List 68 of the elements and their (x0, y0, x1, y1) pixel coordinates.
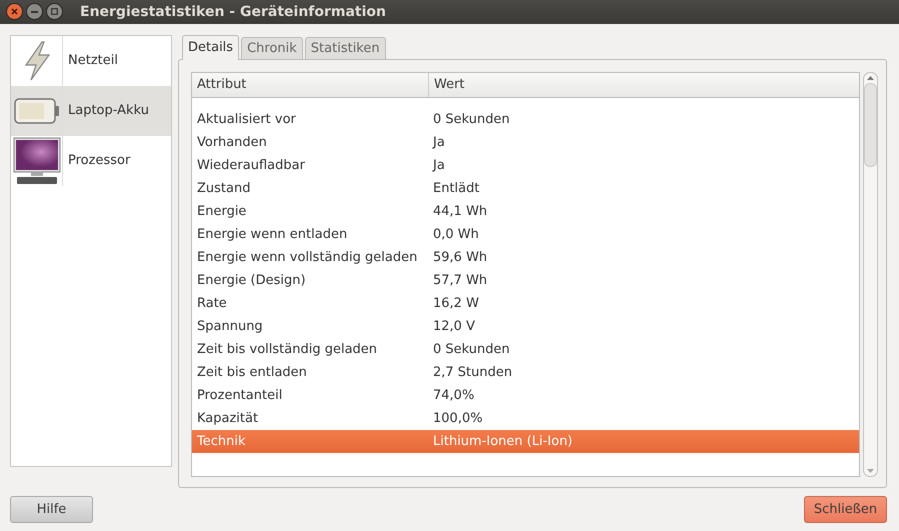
battery-icon (14, 98, 60, 124)
value-cell-text: 44,1 Wh (432, 204, 488, 219)
column-header[interactable]: Attribut (192, 72, 429, 97)
column-header[interactable]: Wert (429, 72, 859, 97)
table-row[interactable]: Zeit bis vollständig geladen 0 Sekunden (192, 338, 859, 361)
attribute-cell-text: Wiederaufladbar (196, 158, 306, 173)
table-row[interactable]: Aktualisiert vor 0 Sekunden (192, 108, 859, 131)
value-cell-text: 59,6 Wh (432, 250, 488, 265)
tab[interactable]: Statistiken (304, 36, 386, 59)
table-row[interactable]: Zeit bis entladen 2,7 Stunden (192, 360, 859, 384)
value-cell-text: Lithium-Ionen (Li-Ion) (432, 434, 574, 449)
maximize-button[interactable] (46, 3, 63, 20)
attribute-cell-text: Technik (196, 434, 246, 449)
table-row[interactable]: Kapazität 100,0% (192, 406, 859, 430)
scrollbar[interactable] (863, 72, 878, 477)
value-cell-text: 74,0% (432, 388, 476, 403)
device-label: Prozessor (68, 153, 130, 168)
maximize-icon (51, 8, 58, 16)
scrollbar-thumb[interactable] (864, 82, 877, 167)
attribute-cell-text: Prozentanteil (196, 388, 284, 403)
table-row[interactable]: Rate 16,2 W (192, 292, 859, 315)
value-cell-text: 0 Sekunden (432, 342, 511, 357)
table-row[interactable]: Wiederaufladbar Ja (192, 154, 859, 177)
attribute-cell-text: Zeit bis entladen (196, 364, 308, 380)
value-cell-text: 16,2 W (432, 296, 480, 311)
scroll-down-icon (867, 468, 874, 473)
close-icon (11, 8, 18, 16)
attribute-cell-text: Spannung (196, 318, 264, 334)
value-cell-text: 100,0% (432, 410, 484, 426)
scroll-up-icon (867, 76, 874, 80)
table-row[interactable]: Zustand Entlädt (192, 176, 859, 200)
value-cell-text: 57,7 Wh (432, 272, 488, 288)
attribute-cell-text: Vorhanden (196, 134, 268, 150)
value-cell-text: 12,0 V (432, 318, 476, 334)
table-row[interactable]: Energie wenn vollständig geladen 59,6 Wh (192, 246, 859, 269)
value-cell-text: 0 Sekunden (432, 112, 511, 127)
value-cell-text: Ja (431, 134, 446, 150)
attribute-cell-text: Rate (196, 296, 228, 311)
attribute-cell-text: Energie (196, 204, 248, 219)
value-cell-text: Ja (431, 158, 446, 173)
tab[interactable]: Details (182, 34, 240, 60)
device-label: Netzteil (68, 53, 118, 68)
attribute-cell-text: Zeit bis vollständig geladen (196, 342, 378, 357)
help-button[interactable]: Hilfe (10, 496, 93, 523)
attribute-cell-text: Energie (Design) (196, 272, 307, 288)
table-row[interactable]: Vorhanden Ja (192, 130, 859, 154)
minimize-icon (31, 10, 38, 13)
attribute-cell-text: Aktualisiert vor (196, 112, 297, 127)
attribute-cell-text: Energie wenn vollständig geladen (196, 250, 418, 265)
value-cell-text: 0,0 Wh (432, 226, 480, 242)
minimize-button[interactable] (26, 3, 43, 20)
window-title: Energiestatistiken - Geräteinformation (80, 4, 386, 20)
computer-icon (12, 136, 60, 185)
device-label: Laptop-Akku (68, 103, 149, 118)
attribute-cell-text: Zustand (196, 180, 252, 196)
table-row[interactable]: Energie (Design) 57,7 Wh (192, 268, 859, 292)
value-cell-text: Entlädt (432, 180, 480, 196)
close-button[interactable]: Schließen (804, 496, 887, 523)
attribute-cell-text: Kapazität (196, 410, 260, 426)
device-item[interactable]: Laptop-Akku (11, 86, 171, 136)
table-row[interactable]: Energie wenn entladen 0,0 Wh (192, 222, 859, 246)
table-row[interactable]: Prozentanteil 74,0% (192, 384, 859, 407)
value-cell-text: 2,7 Stunden (432, 364, 514, 380)
close-button[interactable] (6, 3, 23, 20)
table-row[interactable]: Energie 44,1 Wh (192, 200, 859, 223)
table-row[interactable]: Spannung 12,0 V (192, 314, 859, 338)
tab[interactable]: Chronik (241, 36, 303, 59)
attribute-cell-text: Energie wenn entladen (196, 226, 348, 242)
